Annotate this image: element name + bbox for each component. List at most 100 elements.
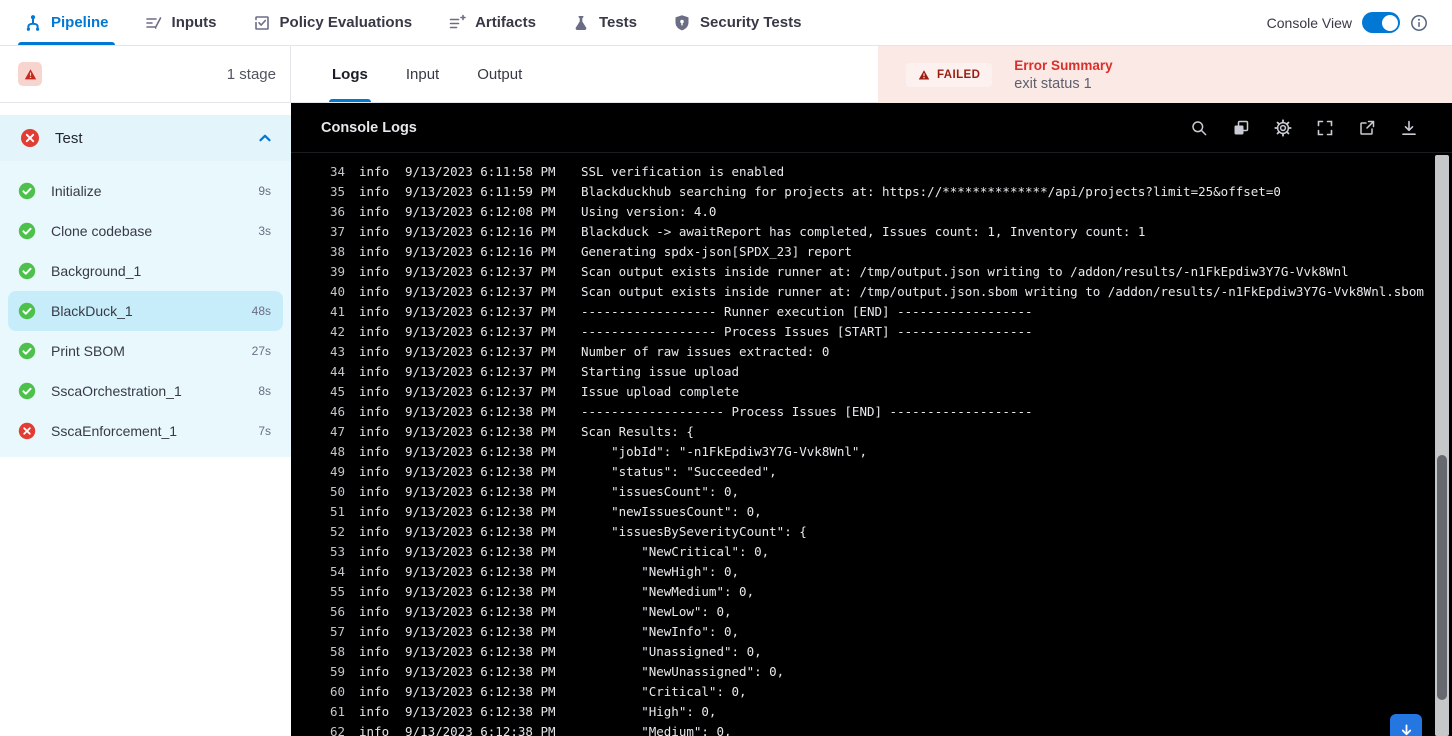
log-ln: 54 — [329, 563, 345, 579]
log-line: 41 info 9/13/2023 6:12:37 PM --------------… — [291, 301, 1432, 321]
log-msg: Scan output exists inside runner at: /tm… — [581, 283, 1424, 299]
log-time: 9/13/2023 6:12:38 PM — [405, 403, 556, 419]
log-lvl: info — [359, 223, 390, 239]
log-ln: 49 — [329, 463, 345, 479]
log-ln: 38 — [329, 243, 345, 259]
log-line: 58 info 9/13/2023 6:12:38 PM "Unassigned":… — [291, 641, 1432, 661]
error-summary-bar: FAILED Error Summary exit status 1 — [878, 46, 1452, 103]
log-line: 38 info 9/13/2023 6:12:16 PM Generating spd… — [291, 241, 1432, 261]
log-lvl: info — [359, 183, 390, 199]
log-ln: 39 — [329, 263, 345, 279]
log-msg: Starting issue upload — [581, 363, 740, 379]
log-tab-output[interactable]: Output — [477, 46, 522, 102]
step-row-sscaorchestration-1[interactable]: SscaOrchestration_1 8s — [8, 371, 283, 411]
step-row-sscaenforcement-1[interactable]: SscaEnforcement_1 7s — [8, 411, 283, 451]
settings-gear-icon[interactable] — [1274, 118, 1292, 137]
info-icon[interactable] — [1410, 14, 1428, 32]
log-msg: Using version: 4.0 — [581, 203, 717, 219]
arrow-down-icon — [1401, 723, 1411, 735]
log-ln: 56 — [329, 603, 345, 619]
console-scrollbar[interactable] — [1435, 155, 1449, 736]
log-time: 9/13/2023 6:12:37 PM — [405, 303, 556, 319]
stage-row-test[interactable]: Test — [0, 115, 291, 161]
log-line: 50 info 9/13/2023 6:12:38 PM "issuesCount"… — [291, 481, 1432, 501]
log-time: 9/13/2023 6:12:38 PM — [405, 603, 556, 619]
sub-bar: 1 stage Logs Input Output FAILED Error Sum… — [0, 46, 1452, 103]
nav-tabs: Pipeline Inputs Policy Evaluations Artifact… — [18, 0, 801, 45]
log-tab-logs[interactable]: Logs — [329, 46, 371, 102]
fullscreen-icon[interactable] — [1316, 119, 1334, 137]
step-name: Initialize — [51, 183, 102, 199]
log-line: 54 info 9/13/2023 6:12:38 PM "NewHigh": 0, — [291, 561, 1432, 581]
tab-policy-evaluations[interactable]: Policy Evaluations — [253, 0, 412, 45]
step-row-initialize[interactable]: Initialize 9s — [8, 171, 283, 211]
step-row-blackduck-1[interactable]: BlackDuck_1 48s — [8, 291, 283, 331]
console-header: Console Logs — [291, 103, 1452, 153]
console-actions — [1190, 118, 1422, 137]
log-ln: 58 — [329, 643, 345, 659]
log-ln: 42 — [329, 323, 345, 339]
log-lvl: info — [359, 463, 390, 479]
copy-icon[interactable] — [1232, 119, 1250, 137]
tab-pipeline[interactable]: Pipeline — [18, 0, 115, 45]
log-ln: 55 — [329, 583, 345, 599]
step-duration: 27s — [251, 344, 271, 358]
log-msg: Blackduck -> awaitReport has completed, … — [581, 223, 1146, 239]
console-panel: Console Logs 34 info 9/13/2023 6:11:58 PM S… — [291, 103, 1452, 736]
tab-tests[interactable]: Tests — [572, 0, 637, 45]
log-line: 57 info 9/13/2023 6:12:38 PM "NewInfo": 0, — [291, 621, 1432, 641]
log-msg: Blackduckhub searching for projects at: … — [581, 183, 1281, 199]
log-line: 34 info 9/13/2023 6:11:58 PM SSL verificati… — [291, 161, 1432, 181]
tab-artifacts[interactable]: Artifacts — [448, 0, 536, 45]
log-line: 60 info 9/13/2023 6:12:38 PM "Critical": 0… — [291, 681, 1432, 701]
log-time: 9/13/2023 6:12:16 PM — [405, 223, 556, 239]
x-circle-icon — [20, 128, 40, 148]
log-ln: 61 — [329, 703, 345, 719]
log-time: 9/13/2023 6:12:38 PM — [405, 483, 556, 499]
log-tab-input[interactable]: Input — [406, 46, 439, 102]
step-row-background-1[interactable]: Background_1 — [8, 251, 283, 291]
log-lvl: info — [359, 583, 390, 599]
log-lvl: info — [359, 263, 390, 279]
step-name: BlackDuck_1 — [51, 303, 133, 319]
search-icon[interactable] — [1190, 119, 1208, 137]
step-duration: 3s — [258, 224, 271, 238]
open-in-new-icon[interactable] — [1358, 119, 1376, 137]
step-duration: 8s — [258, 384, 271, 398]
stage-failed-warning-icon — [18, 62, 42, 86]
log-lvl: info — [359, 343, 390, 359]
step-row-print-sbom[interactable]: Print SBOM 27s — [8, 331, 283, 371]
log-ln: 48 — [329, 443, 345, 459]
pipeline-icon — [24, 14, 42, 32]
log-lvl: info — [359, 723, 390, 736]
failed-badge-label: FAILED — [937, 68, 981, 81]
log-lvl: info — [359, 603, 390, 619]
log-msg: "issuesCount": 0, — [581, 483, 740, 499]
log-line: 48 info 9/13/2023 6:12:38 PM "jobId": "-n1… — [291, 441, 1432, 461]
log-time: 9/13/2023 6:12:38 PM — [405, 503, 556, 519]
log-msg: "Medium": 0, — [581, 723, 732, 736]
step-row-clone-codebase[interactable]: Clone codebase 3s — [8, 211, 283, 251]
download-icon[interactable] — [1400, 119, 1418, 137]
log-line: 51 info 9/13/2023 6:12:38 PM "newIssuesCou… — [291, 501, 1432, 521]
log-msg: "NewInfo": 0, — [581, 623, 740, 639]
error-summary-message: exit status 1 — [1014, 75, 1092, 92]
tab-label: Pipeline — [51, 14, 109, 31]
log-line: 56 info 9/13/2023 6:12:38 PM "NewLow": 0, — [291, 601, 1432, 621]
scroll-to-bottom-button[interactable] — [1390, 714, 1422, 736]
scrollbar-thumb[interactable] — [1437, 455, 1447, 700]
tab-security-tests[interactable]: Security Tests — [673, 0, 801, 45]
console-log-list: 34 info 9/13/2023 6:11:58 PM SSL verificati… — [291, 153, 1432, 736]
console-view-toggle[interactable] — [1362, 12, 1400, 33]
log-line: 61 info 9/13/2023 6:12:38 PM "High": 0, — [291, 701, 1432, 721]
check-circle-icon — [18, 342, 36, 360]
chevron-up-icon[interactable] — [257, 130, 273, 146]
log-line: 55 info 9/13/2023 6:12:38 PM "NewMedium": … — [291, 581, 1432, 601]
log-msg: Number of raw issues extracted: 0 — [581, 343, 830, 359]
log-time: 9/13/2023 6:12:38 PM — [405, 543, 556, 559]
log-line: 36 info 9/13/2023 6:12:08 PM Using version:… — [291, 201, 1432, 221]
log-line: 40 info 9/13/2023 6:12:37 PM Scan output ex… — [291, 281, 1432, 301]
log-line: 42 info 9/13/2023 6:12:37 PM --------------… — [291, 321, 1432, 341]
error-summary-text: Error Summary exit status 1 — [1014, 58, 1112, 92]
tab-inputs[interactable]: Inputs — [145, 0, 217, 45]
